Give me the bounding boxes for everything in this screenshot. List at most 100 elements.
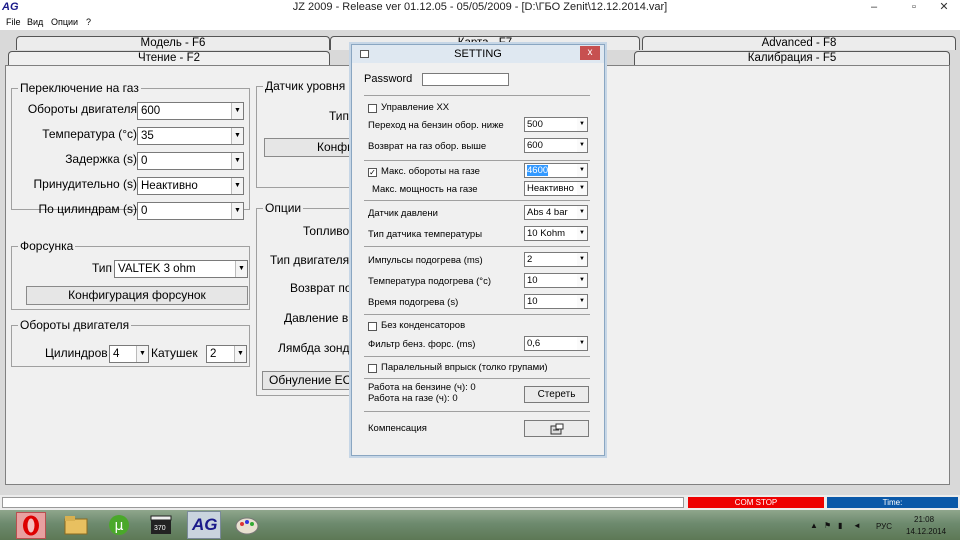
per-cylinder-select[interactable]: 0 ▼ bbox=[137, 202, 244, 220]
work-petrol-text: Работа на бензине (ч): 0 bbox=[368, 382, 476, 393]
group-title: Опции bbox=[263, 201, 304, 215]
explorer-taskbar-button[interactable] bbox=[62, 513, 90, 537]
menu-help[interactable]: ? bbox=[86, 16, 91, 29]
utorrent-taskbar-button[interactable]: µ bbox=[105, 513, 133, 537]
work-gas-text: Работа на газе (ч): 0 bbox=[368, 393, 458, 404]
filter-select[interactable]: 0,6 ▼ bbox=[524, 336, 588, 351]
compensation-button[interactable] bbox=[524, 420, 589, 437]
return-gas-label: Возврат на газ обор. выше bbox=[368, 141, 487, 152]
menu-view[interactable]: Вид bbox=[27, 16, 43, 29]
max-power-select[interactable]: Неактивно ▼ bbox=[524, 181, 588, 196]
chevron-down-icon: ▼ bbox=[577, 337, 587, 350]
reset-ecu-button[interactable]: Обнуление ECU bbox=[262, 371, 357, 390]
chevron-down-icon: ▼ bbox=[577, 182, 587, 195]
temperature-label: Температура (°c) bbox=[42, 127, 137, 141]
ag-logo: AG bbox=[192, 515, 218, 534]
chevron-down-icon: ▼ bbox=[231, 128, 243, 144]
rpm-select[interactable]: 600 ▼ bbox=[137, 102, 244, 120]
temp-sensor-select[interactable]: 10 Kohm ▼ bbox=[524, 226, 588, 241]
pressure-label: Давление в bbox=[284, 311, 349, 325]
combo-value: 35 bbox=[141, 130, 154, 142]
tray-network-icon[interactable]: ▮ bbox=[838, 521, 842, 530]
no-capacitors-checkbox[interactable] bbox=[368, 322, 377, 331]
combo-value: 2 bbox=[527, 254, 533, 265]
chevron-down-icon: ▼ bbox=[577, 164, 587, 177]
max-rpm-select[interactable]: 4600 ▼ bbox=[524, 163, 588, 178]
tab-advanced[interactable]: Advanced - F8 bbox=[642, 36, 956, 50]
max-rpm-checkbox[interactable]: ✓ bbox=[368, 168, 377, 177]
combo-value: 4600 bbox=[527, 165, 549, 176]
clock-time[interactable]: 21:08 bbox=[914, 515, 934, 524]
return-gas-select[interactable]: 600 ▼ bbox=[524, 138, 588, 153]
chevron-down-icon: ▼ bbox=[231, 203, 243, 219]
tray-flag-icon[interactable]: ⚑ bbox=[824, 521, 831, 530]
forced-label: Принудительно (s) bbox=[33, 177, 137, 191]
clock-date[interactable]: 14.12.2014 bbox=[906, 527, 946, 536]
password-label: Password bbox=[364, 73, 413, 85]
divider bbox=[364, 246, 590, 247]
menu-options[interactable]: Опции bbox=[51, 16, 78, 29]
injector-config-button[interactable]: Конфигурация форсунок bbox=[26, 286, 248, 305]
folder-icon bbox=[64, 516, 88, 535]
idle-control-label: Управление XX bbox=[381, 102, 450, 113]
temperature-select[interactable]: 35 ▼ bbox=[137, 127, 244, 145]
paint-taskbar-button[interactable] bbox=[233, 513, 261, 537]
chevron-down-icon: ▼ bbox=[577, 118, 587, 131]
coils-select[interactable]: 2 ▼ bbox=[206, 345, 247, 363]
lambda-label: Лямбда зонд bbox=[278, 341, 350, 355]
chevron-down-icon: ▼ bbox=[577, 139, 587, 152]
erase-button[interactable]: Стереть bbox=[524, 386, 589, 403]
switch-petrol-label: Переход на бензин обор. ниже bbox=[368, 120, 504, 131]
status-field bbox=[2, 497, 684, 508]
setting-dialog: SETTING x Password Управление XX Переход… bbox=[351, 44, 605, 456]
chevron-down-icon: ▼ bbox=[577, 295, 587, 308]
tab-model[interactable]: Модель - F6 bbox=[16, 36, 330, 50]
delay-select[interactable]: 0 ▼ bbox=[137, 152, 244, 170]
level-config-button[interactable]: Конфи bbox=[264, 138, 357, 157]
menu-file[interactable]: File bbox=[6, 16, 21, 29]
app-badge: 370 bbox=[154, 525, 166, 532]
divider bbox=[364, 314, 590, 315]
injector-type-select[interactable]: VALTEK 3 ohm ▼ bbox=[114, 260, 248, 278]
status-bar: COM STOP Time: bbox=[0, 495, 960, 510]
combo-value: 10 bbox=[527, 275, 538, 286]
tray-expand-icon[interactable]: ▲ bbox=[810, 521, 818, 530]
taskbar: µ 370 AG ▲ ⚑ ▮ ◄ РУС 21:08 14.12.2014 bbox=[0, 510, 960, 540]
forced-select[interactable]: Неактивно ▼ bbox=[137, 177, 244, 195]
max-rpm-label: Макс. обороты на газе bbox=[381, 166, 480, 177]
opera-taskbar-button[interactable] bbox=[16, 512, 46, 539]
coils-label: Катушек bbox=[151, 346, 198, 360]
switch-petrol-select[interactable]: 500 ▼ bbox=[524, 117, 588, 132]
pressure-sensor-select[interactable]: Abs 4 bar ▼ bbox=[524, 205, 588, 220]
maximize-button[interactable]: ▫ bbox=[902, 0, 926, 14]
combo-value: Неактивно bbox=[141, 180, 198, 192]
divider bbox=[364, 411, 590, 412]
rpm-label: Обороты двигателя bbox=[27, 102, 137, 116]
combo-value: 500 bbox=[527, 119, 543, 130]
chevron-down-icon: ▼ bbox=[231, 178, 243, 194]
cylinders-select[interactable]: 4 ▼ bbox=[109, 345, 149, 363]
dialog-close-button[interactable]: x bbox=[580, 46, 600, 60]
heat-temp-select[interactable]: 10 ▼ bbox=[524, 273, 588, 288]
compensation-label: Компенсация bbox=[368, 423, 427, 434]
tab-calibration[interactable]: Калибрация - F5 bbox=[634, 51, 950, 65]
tab-read[interactable]: Чтение - F2 bbox=[8, 51, 330, 65]
idle-control-checkbox[interactable] bbox=[368, 104, 377, 113]
video-taskbar-button[interactable]: 370 bbox=[147, 513, 175, 537]
group-title: Форсунка bbox=[18, 239, 76, 253]
switch-to-gas-group: Переключение на газ Обороты двигателя 60… bbox=[11, 81, 250, 220]
close-button[interactable]: ✕ bbox=[932, 0, 956, 14]
tray-volume-icon[interactable]: ◄ bbox=[853, 521, 861, 530]
chevron-down-icon: ▼ bbox=[231, 103, 243, 119]
title-bar: AG JZ 2009 - Release ver 01.12.05 - 05/0… bbox=[0, 0, 960, 16]
heat-time-select[interactable]: 10 ▼ bbox=[524, 294, 588, 309]
ag-taskbar-button[interactable]: AG bbox=[187, 511, 221, 539]
heat-pulses-select[interactable]: 2 ▼ bbox=[524, 252, 588, 267]
language-indicator[interactable]: РУС bbox=[876, 522, 892, 531]
divider bbox=[364, 95, 590, 96]
password-input[interactable] bbox=[422, 73, 509, 86]
options-group: Опции Топливо Тип двигателя Возврат по Д… bbox=[256, 201, 357, 396]
chevron-down-icon: ▼ bbox=[577, 253, 587, 266]
minimize-button[interactable]: – bbox=[862, 0, 886, 14]
parallel-injection-checkbox[interactable] bbox=[368, 364, 377, 373]
